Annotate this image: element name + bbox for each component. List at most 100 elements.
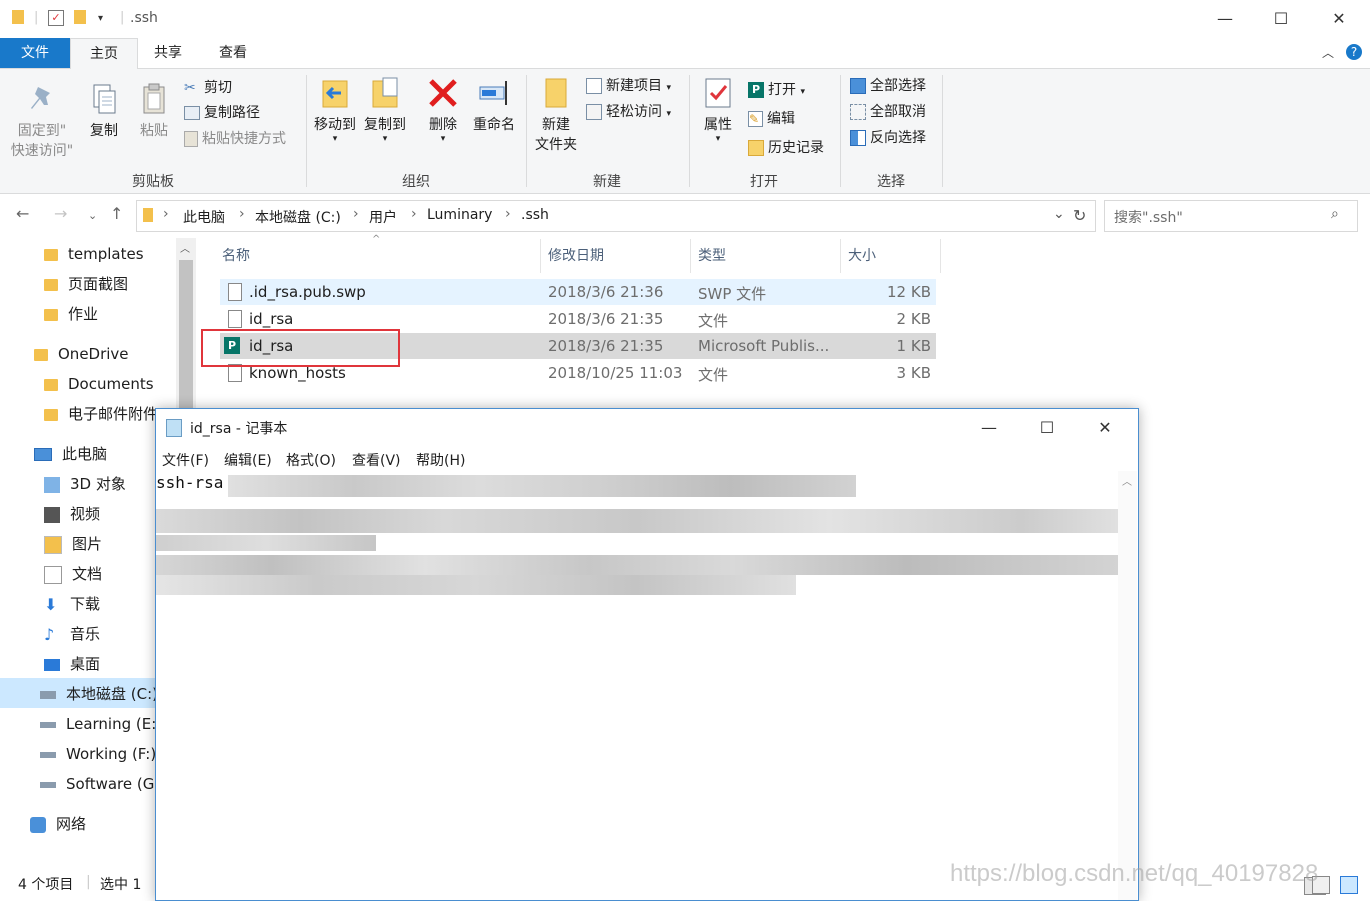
column-header-type[interactable]: 类型 [698,243,726,269]
chevron-right-icon[interactable]: › [163,206,169,222]
help-icon[interactable]: ? [1346,44,1362,60]
nav-item-templates[interactable]: templates [44,240,144,268]
copy-to-button[interactable]: 复制到 ▾ [362,75,408,144]
large-icons-view-icon[interactable] [1340,876,1358,894]
chevron-right-icon[interactable]: › [353,206,359,222]
nav-item-software-g[interactable]: Software (G: [40,770,159,798]
breadcrumb-this-pc[interactable]: 此电脑 [183,207,225,227]
easy-access-button[interactable]: 轻松访问 ▾ [586,101,671,123]
scroll-up-icon[interactable]: ︿ [180,240,190,255]
address-dropdown-icon[interactable]: ⌄ [1053,206,1065,222]
select-all-button[interactable]: 全部选择 [850,75,926,97]
nav-item-music[interactable]: ♪ 音乐 [44,620,100,648]
column-divider[interactable] [840,239,841,273]
open-button[interactable]: P 打开 ▾ [748,79,805,101]
move-to-button[interactable]: 移动到 ▾ [312,75,358,144]
notepad-minimize-button[interactable]: — [960,409,1018,447]
new-folder-button[interactable]: 新建 文件夹 [530,75,582,155]
copy-button[interactable]: 复制 [82,81,126,141]
new-folder-quick-icon[interactable] [74,10,86,24]
select-none-button[interactable]: 全部取消 [850,101,926,123]
tab-view[interactable]: 查看 [202,38,264,68]
copy-path-button[interactable]: 复制路径 [184,102,260,124]
rename-button[interactable]: 重命名 [470,75,518,135]
nav-item-email-attachments[interactable]: 电子邮件附件 [44,400,158,428]
nav-item-videos[interactable]: 视频 [44,500,100,528]
column-header-name[interactable]: 名称 [222,243,250,269]
menu-help[interactable]: 帮助(H) [416,450,465,470]
edit-button[interactable]: ✎ 编辑 [748,108,795,130]
forward-arrow-icon[interactable]: → [54,204,67,223]
nav-item-screenshots[interactable]: 页面截图 [44,270,128,298]
recent-locations-chevron-icon[interactable]: ⌄ [88,209,97,222]
notepad-maximize-button[interactable]: ☐ [1018,409,1076,447]
customize-quick-access-icon[interactable]: ▾ [98,13,103,24]
column-divider[interactable] [690,239,691,273]
properties-quick-icon[interactable]: ✓ [48,10,64,26]
scroll-up-icon[interactable]: ︿ [1122,473,1132,488]
new-item-button[interactable]: 新建项目 ▾ [586,75,671,97]
ribbon-tabs: 文件 主页 共享 查看 ︿ ? [0,38,1370,70]
notepad-vertical-scrollbar[interactable]: ︿ [1118,471,1137,900]
column-header-size[interactable]: 大小 [848,243,876,269]
search-icon[interactable]: ⌕ [1331,206,1339,222]
tab-home[interactable]: 主页 [70,38,138,70]
maximize-button[interactable]: ☐ [1252,0,1310,38]
notepad-text-area[interactable]: ssh-rsa [156,471,1118,900]
tab-file[interactable]: 文件 [0,38,70,68]
menu-view[interactable]: 查看(V) [352,450,401,470]
dropdown-arrow-icon: ▾ [800,87,805,97]
invert-selection-button[interactable]: 反向选择 [850,127,926,149]
menu-edit[interactable]: 编辑(E) [224,450,272,470]
paste-button[interactable]: 粘贴 [132,81,176,141]
breadcrumb-luminary[interactable]: Luminary [427,207,492,223]
close-button[interactable]: ✕ [1310,0,1368,38]
address-bar[interactable]: › 此电脑 › 本地磁盘 (C:) › 用户 › Luminary › .ssh… [136,200,1096,232]
nav-item-3d-objects[interactable]: 3D 对象 [44,470,126,498]
nav-item-local-disk-c[interactable]: 本地磁盘 (C:) [40,680,158,708]
properties-button[interactable]: 属性 ▾ [696,75,740,144]
nav-item-network[interactable]: 网络 [30,810,86,838]
delete-button[interactable]: 删除 ▾ [422,75,464,144]
folder-icon [143,208,153,222]
notepad-menu-bar: 文件(F) 编辑(E) 格式(O) 查看(V) 帮助(H) [156,447,1138,471]
chevron-right-icon[interactable]: › [411,206,417,222]
nav-item-downloads[interactable]: ⬇ 下载 [44,590,100,618]
cut-button[interactable]: ✂ 剪切 [184,77,232,99]
notepad-title-bar[interactable]: id_rsa - 记事本 — ☐ ✕ [156,409,1138,447]
nav-item-docs[interactable]: 文档 [44,560,102,588]
file-size: 2 KB [896,310,931,328]
refresh-icon[interactable]: ↻ [1073,206,1086,225]
nav-item-this-pc[interactable]: 此电脑 [34,440,107,468]
chevron-right-icon[interactable]: › [505,206,511,222]
menu-file[interactable]: 文件(F) [162,450,209,470]
chevron-right-icon[interactable]: › [239,206,245,222]
breadcrumb-users[interactable]: 用户 [369,207,397,227]
nav-item-pictures[interactable]: 图片 [44,530,102,558]
menu-format[interactable]: 格式(O) [286,450,336,470]
history-button[interactable]: 历史记录 [748,137,824,159]
back-arrow-icon[interactable]: ← [16,204,29,223]
column-header-modified[interactable]: 修改日期 [548,243,604,269]
tab-share[interactable]: 共享 [138,38,198,68]
column-divider[interactable] [540,239,541,273]
column-divider[interactable] [940,239,941,273]
file-row[interactable]: .id_rsa.pub.swp 2018/3/6 21:36 SWP 文件 12… [220,279,936,305]
nav-item-working-f[interactable]: Working (F:) [40,740,156,768]
minimize-button[interactable]: — [1196,0,1254,38]
pin-quick-access-button[interactable]: 固定到" 快速访问" [6,81,78,161]
nav-item-learning-e[interactable]: Learning (E:) [40,710,162,738]
nav-item-homework[interactable]: 作业 [44,300,98,328]
up-arrow-icon[interactable]: ↑ [110,204,123,223]
breadcrumb-ssh[interactable]: .ssh [521,207,549,223]
breadcrumb-local-disk[interactable]: 本地磁盘 (C:) [255,207,341,227]
nav-item-desktop[interactable]: 桌面 [44,650,100,678]
nav-item-onedrive[interactable]: OneDrive [34,340,129,368]
paste-shortcut-button[interactable]: 粘贴快捷方式 [184,128,286,150]
notepad-window[interactable]: id_rsa - 记事本 — ☐ ✕ 文件(F) 编辑(E) 格式(O) 查看(… [155,408,1326,901]
search-box[interactable]: 搜索".ssh" ⌕ [1104,200,1358,232]
notepad-close-button[interactable]: ✕ [1076,409,1134,447]
drive-icon [40,690,56,699]
ribbon-collapse-icon[interactable]: ︿ [1322,44,1334,61]
nav-item-documents[interactable]: Documents [44,370,154,398]
